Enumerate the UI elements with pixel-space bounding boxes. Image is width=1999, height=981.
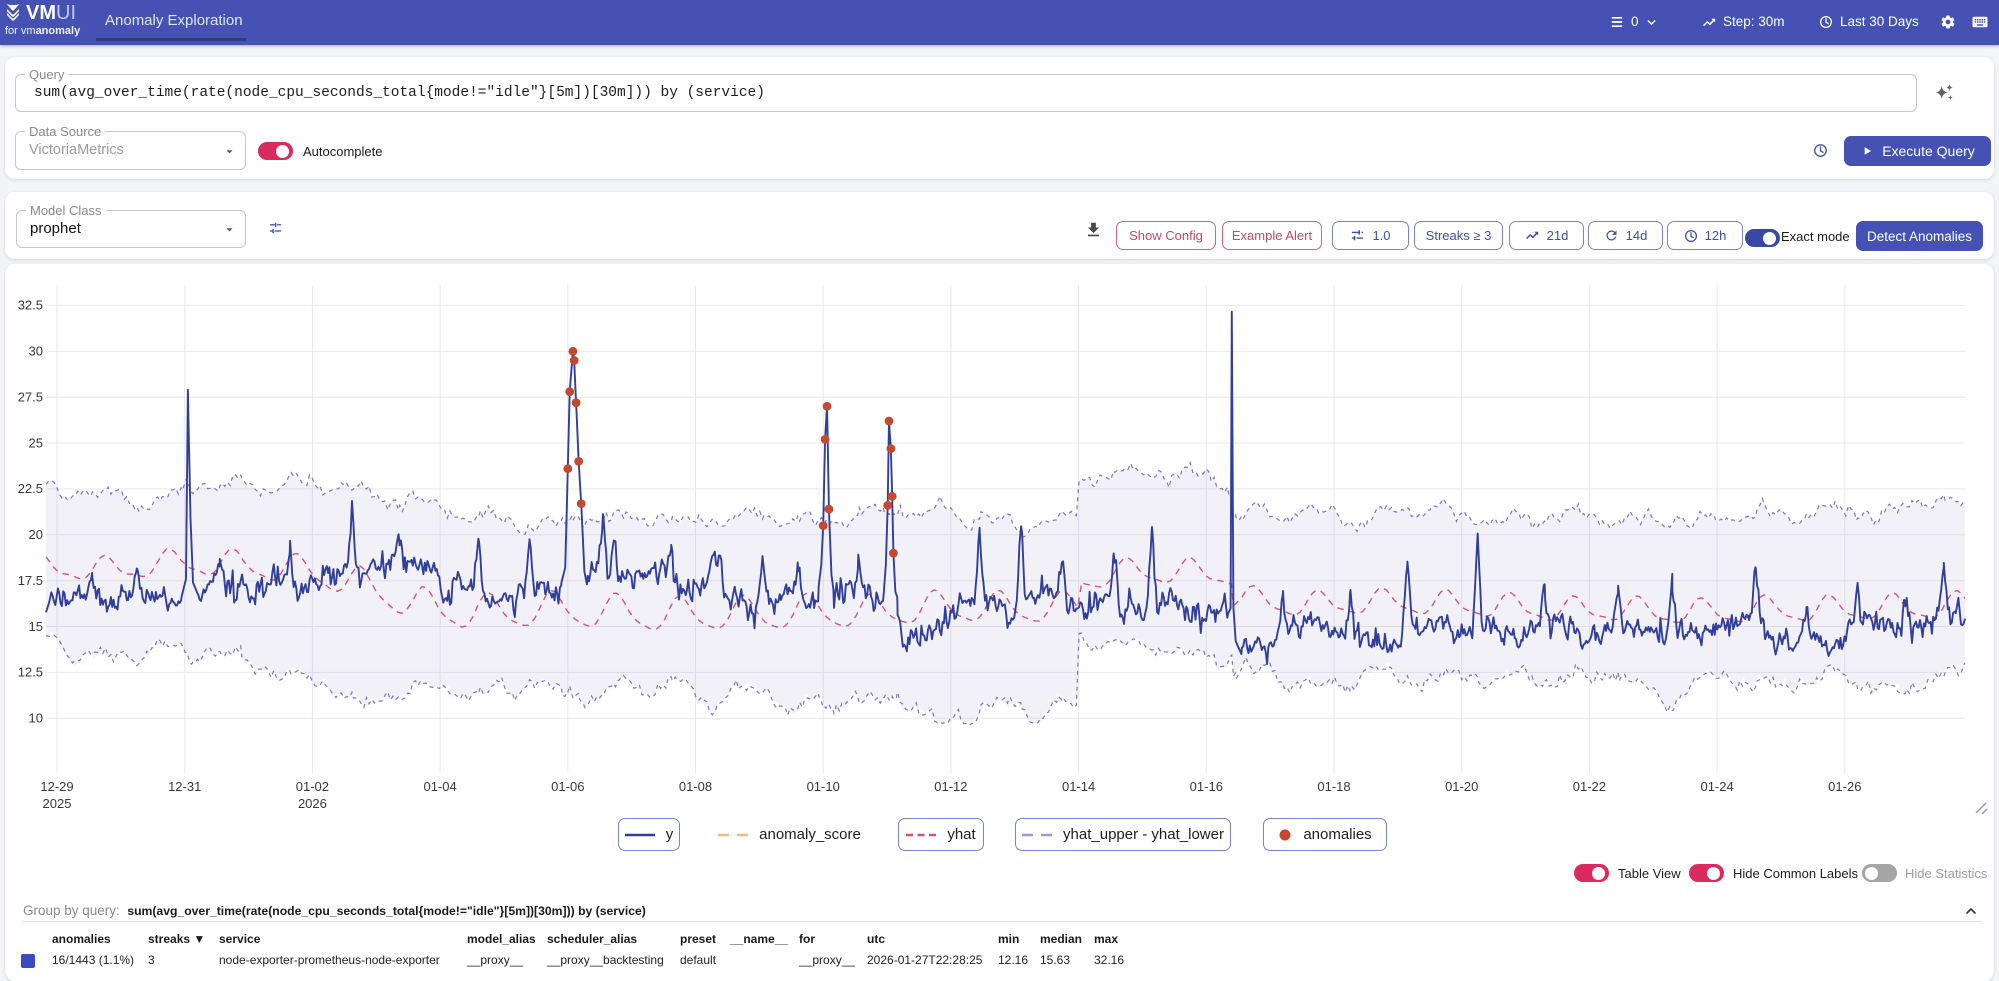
svg-text:20: 20 xyxy=(29,527,43,542)
svg-text:25: 25 xyxy=(29,435,43,450)
svg-text:01-18: 01-18 xyxy=(1317,779,1350,794)
svg-text:01-04: 01-04 xyxy=(423,779,456,794)
svg-text:01-16: 01-16 xyxy=(1190,779,1223,794)
svg-text:01-20: 01-20 xyxy=(1445,779,1478,794)
svg-text:01-12: 01-12 xyxy=(934,779,967,794)
svg-text:10: 10 xyxy=(29,711,43,726)
svg-text:12-29: 12-29 xyxy=(40,779,73,794)
svg-text:2026: 2026 xyxy=(298,796,327,811)
svg-text:01-06: 01-06 xyxy=(551,779,584,794)
svg-text:01-26: 01-26 xyxy=(1828,779,1861,794)
svg-text:01-22: 01-22 xyxy=(1573,779,1606,794)
svg-text:30: 30 xyxy=(29,344,43,359)
svg-text:01-02: 01-02 xyxy=(296,779,329,794)
svg-text:27.5: 27.5 xyxy=(18,390,43,405)
svg-text:17.5: 17.5 xyxy=(18,573,43,588)
svg-text:01-10: 01-10 xyxy=(807,779,840,794)
svg-text:12.5: 12.5 xyxy=(18,665,43,680)
svg-text:22.5: 22.5 xyxy=(18,481,43,496)
svg-text:15: 15 xyxy=(29,619,43,634)
svg-text:2025: 2025 xyxy=(43,796,72,811)
svg-text:01-08: 01-08 xyxy=(679,779,712,794)
svg-text:12-31: 12-31 xyxy=(168,779,201,794)
svg-text:01-14: 01-14 xyxy=(1062,779,1095,794)
svg-text:01-24: 01-24 xyxy=(1700,779,1733,794)
svg-text:32.5: 32.5 xyxy=(18,298,43,313)
